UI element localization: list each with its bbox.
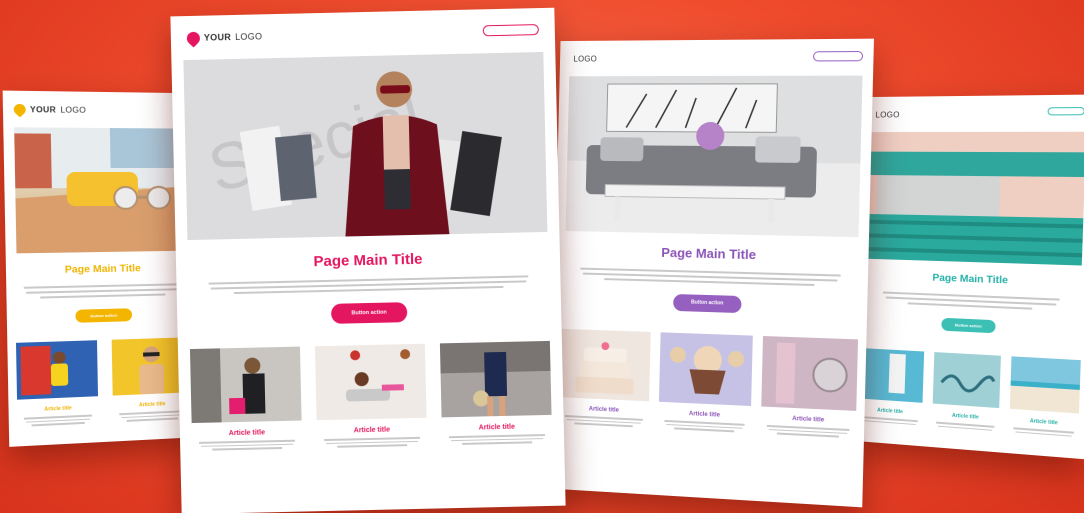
article-title: Article title xyxy=(139,401,166,408)
logo-bold-text: YOUR xyxy=(204,32,231,43)
articles-row: Article title Article title xyxy=(16,337,191,426)
hero-image-sunglasses xyxy=(14,127,196,253)
logo-mark-icon xyxy=(184,29,202,47)
article-text-placeholder xyxy=(24,415,92,427)
hero-image-vintage-car xyxy=(865,132,1084,266)
article-title: Article title xyxy=(229,429,265,437)
body-text-placeholder xyxy=(856,290,1084,312)
logo-mark-icon xyxy=(11,101,28,117)
article-text-placeholder xyxy=(324,437,420,448)
page-main-title: Page Main Title xyxy=(6,262,197,277)
article-card[interactable]: Article title xyxy=(658,332,753,432)
article-title: Article title xyxy=(689,411,720,418)
button-action[interactable]: Button action xyxy=(941,318,996,334)
article-title: Article title xyxy=(1030,418,1058,426)
logo: YOUR LOGO xyxy=(187,30,263,45)
template-header: LOGO xyxy=(861,95,1084,133)
article-text-placeholder xyxy=(936,422,994,431)
articles-row: Article title Article title Article titl… xyxy=(858,348,1081,437)
article-thumbnail xyxy=(190,347,302,423)
template-header: YOUR LOGO xyxy=(3,91,195,129)
article-card[interactable]: Article title xyxy=(16,340,99,426)
button-action[interactable]: Button action xyxy=(75,308,132,323)
logo-text: LOGO xyxy=(235,31,262,42)
logo-text: LOGO xyxy=(573,54,597,63)
article-thumbnail xyxy=(315,344,427,420)
article-title: Article title xyxy=(877,408,903,416)
email-template-purple: LOGO Page Main Title Button action Artic… xyxy=(550,39,874,508)
article-thumbnail xyxy=(761,336,858,411)
article-title: Article title xyxy=(792,416,824,424)
article-text-placeholder xyxy=(565,415,643,427)
article-title: Article title xyxy=(479,424,515,432)
logo-text: LOGO xyxy=(875,110,900,119)
article-thumbnail xyxy=(560,329,651,402)
page-main-title: Page Main Title xyxy=(856,270,1084,289)
article-title: Article title xyxy=(354,427,390,435)
articles-row: Article title Article title xyxy=(190,341,552,451)
article-thumbnail xyxy=(933,352,1001,408)
article-text-placeholder xyxy=(1013,427,1074,437)
hero-image-shopping-woman: Special xyxy=(183,52,547,240)
logo: LOGO xyxy=(570,54,598,63)
article-card[interactable]: Article title xyxy=(315,344,427,448)
article-card[interactable]: Article title xyxy=(440,341,552,445)
article-thumbnail xyxy=(440,341,552,417)
template-header: LOGO xyxy=(560,39,874,77)
body-text-placeholder xyxy=(6,283,197,299)
logo-text: LOGO xyxy=(60,105,86,114)
article-title: Article title xyxy=(44,405,72,412)
button-action[interactable]: Button action xyxy=(331,302,407,324)
body-text-placeholder xyxy=(176,275,560,296)
header-button[interactable] xyxy=(1047,107,1084,115)
email-template-yellow: YOUR LOGO Page Main Title Button action xyxy=(3,91,200,447)
article-card[interactable]: Article title xyxy=(761,336,858,438)
page-main-title: Page Main Title xyxy=(555,243,868,265)
article-card[interactable]: Article title xyxy=(190,347,302,451)
article-card[interactable]: Article title xyxy=(559,329,651,428)
article-text-placeholder xyxy=(449,434,545,445)
articles-row: Article title Article title xyxy=(559,329,858,438)
article-text-placeholder xyxy=(199,440,295,451)
article-text-placeholder xyxy=(664,420,744,432)
article-card[interactable]: Article title xyxy=(932,352,1001,431)
article-thumbnail xyxy=(16,340,98,399)
article-text-placeholder xyxy=(119,410,185,422)
hero-image-living-room xyxy=(566,76,863,238)
article-card[interactable]: Article title xyxy=(858,348,924,426)
article-title: Article title xyxy=(589,406,619,413)
article-thumbnail xyxy=(659,332,753,406)
email-template-pink: YOUR LOGO Special Page Main Title Button… xyxy=(170,8,565,513)
article-text-placeholder xyxy=(767,425,850,438)
article-title: Article title xyxy=(952,413,979,421)
logo: YOUR LOGO xyxy=(14,103,86,115)
header-button[interactable] xyxy=(483,24,539,36)
article-thumbnail xyxy=(859,348,925,403)
button-action[interactable]: Button action xyxy=(673,294,742,313)
page-main-title: Page Main Title xyxy=(176,248,560,274)
logo-bold-text: YOUR xyxy=(30,105,56,114)
templates-showcase: YOUR LOGO Page Main Title Button action xyxy=(0,0,1084,513)
article-thumbnail xyxy=(1010,356,1081,413)
email-template-teal: LOGO Page Main Title Button action Artic… xyxy=(851,95,1084,460)
article-card[interactable]: Article title xyxy=(1009,356,1081,437)
article-text-placeholder xyxy=(862,416,918,425)
header-button[interactable] xyxy=(813,51,863,61)
body-text-placeholder xyxy=(555,267,868,288)
logo: LOGO xyxy=(871,110,900,119)
